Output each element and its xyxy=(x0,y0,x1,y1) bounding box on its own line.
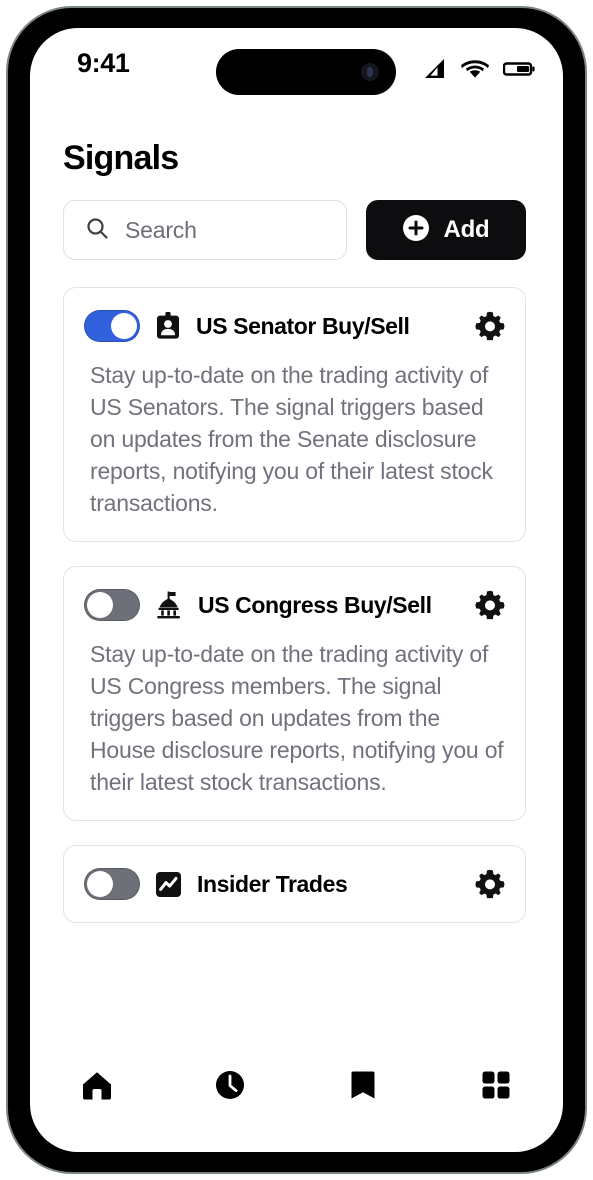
search-icon xyxy=(85,216,109,245)
grid-icon xyxy=(479,1068,513,1107)
signal-card-header: US Congress Buy/Sell xyxy=(84,587,505,623)
trend-chart-icon xyxy=(155,871,182,898)
nav-item-history[interactable] xyxy=(163,1068,296,1107)
signal-card-description: Stay up-to-date on the trading activity … xyxy=(90,362,493,516)
signal-card-title: US Senator Buy/Sell xyxy=(196,312,410,339)
clock-icon xyxy=(213,1068,247,1107)
toggle-knob xyxy=(87,592,113,618)
gear-icon[interactable] xyxy=(475,590,505,620)
battery-icon xyxy=(502,60,535,83)
signal-card[interactable]: Insider Trades xyxy=(63,845,526,923)
bookmark-icon xyxy=(348,1068,378,1107)
signal-toggle[interactable] xyxy=(84,868,140,900)
gear-icon[interactable] xyxy=(475,869,505,899)
capitol-building-icon xyxy=(155,591,183,619)
gear-icon[interactable] xyxy=(475,311,505,341)
signal-card-description: Stay up-to-date on the trading activity … xyxy=(90,641,504,795)
plus-circle-icon xyxy=(402,214,430,247)
dynamic-island xyxy=(216,49,396,95)
search-and-add-row: Search Add xyxy=(63,200,526,260)
status-bar-icons xyxy=(421,58,535,85)
status-bar: 9:41 xyxy=(30,28,563,104)
signal-card-header: Insider Trades xyxy=(84,866,505,902)
cellular-signal-icon xyxy=(421,58,447,85)
signal-card[interactable]: US Senator Buy/Sell Stay up-to-date on t… xyxy=(63,287,526,542)
status-bar-time: 9:41 xyxy=(77,48,130,78)
signal-card[interactable]: US Congress Buy/Sell Stay up-to-date on … xyxy=(63,566,526,821)
bottom-navigation-bar xyxy=(30,1056,563,1118)
wifi-icon xyxy=(461,58,489,85)
nav-item-home[interactable] xyxy=(30,1068,163,1107)
toggle-knob xyxy=(87,871,113,897)
signal-toggle[interactable] xyxy=(84,310,140,342)
phone-screen: 9:41 Signals Search Add US Senator Buy/S… xyxy=(30,28,563,1152)
search-placeholder-text: Search xyxy=(125,216,197,243)
home-icon xyxy=(80,1068,114,1107)
nav-item-bookmarks[interactable] xyxy=(297,1068,430,1107)
search-input[interactable]: Search xyxy=(63,200,347,260)
signal-card-title: US Congress Buy/Sell xyxy=(198,591,432,618)
signal-card-title: Insider Trades xyxy=(197,870,348,897)
signal-card-header: US Senator Buy/Sell xyxy=(84,308,505,344)
phone-frame: 9:41 Signals Search Add US Senator Buy/S… xyxy=(6,6,587,1174)
toggle-knob xyxy=(111,313,137,339)
signal-toggle[interactable] xyxy=(84,589,140,621)
signal-card-list: US Senator Buy/Sell Stay up-to-date on t… xyxy=(63,287,526,947)
add-button[interactable]: Add xyxy=(366,200,526,260)
page-title: Signals xyxy=(63,139,179,177)
front-camera-icon xyxy=(361,63,379,81)
add-button-label: Add xyxy=(443,216,490,243)
nav-item-more[interactable] xyxy=(430,1068,563,1107)
id-badge-icon xyxy=(155,312,181,340)
